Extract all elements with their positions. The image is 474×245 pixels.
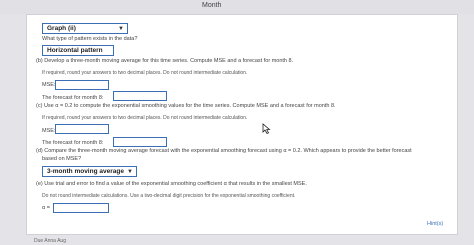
question-panel: Graph (ii) ▼ What type of pattern exists… [26, 14, 458, 235]
graph-select[interactable]: Graph (ii) ▼ [42, 23, 128, 34]
chevron-down-icon: ▼ [127, 169, 133, 175]
chevron-down-icon: ▼ [118, 26, 124, 32]
better-forecast-select[interactable]: 3-month moving average ▼ [42, 166, 137, 177]
part-c-mse-input[interactable] [55, 124, 109, 134]
graph-select-value: Graph (ii) [47, 25, 76, 32]
part-e-alpha-label: α = [42, 205, 50, 211]
part-b-forecast-label: The forecast for month 8: [42, 95, 104, 101]
footer-text: Due Anna Aug [34, 238, 66, 244]
part-e-round-note: Do not round intermediate calculations. … [42, 193, 296, 199]
part-b-round-note: If required, round your answers to two d… [42, 70, 248, 76]
part-b-mse-label: MSE: [42, 82, 56, 88]
chart-axis-label-month: Month [202, 2, 222, 9]
part-c-round-note: If required, round your answers to two d… [42, 115, 248, 121]
better-forecast-select-value: 3-month moving average [47, 168, 124, 175]
part-e-alpha-input[interactable] [53, 203, 109, 213]
pattern-select[interactable]: Horizontal pattern [42, 45, 114, 56]
hint-link[interactable]: Hint(s) [427, 221, 443, 227]
part-d-instruction-line1: (d) Compare the three-month moving avera… [36, 148, 412, 154]
part-e-instruction: (e) Use trial and error to find a value … [36, 181, 307, 187]
pattern-question: What type of pattern exists in the data? [42, 36, 138, 42]
mouse-cursor-icon [262, 123, 271, 134]
part-b-instruction: (b) Develop a three-month moving average… [36, 58, 294, 64]
part-c-mse-label: MSE: [42, 128, 56, 134]
part-c-forecast-label: The forecast for month 8: [42, 140, 104, 146]
part-b-mse-input[interactable] [55, 80, 109, 90]
pattern-select-value: Horizontal pattern [47, 47, 103, 54]
part-b-forecast-input[interactable] [113, 91, 167, 101]
part-d-instruction-line2: based on MSE? [42, 156, 82, 162]
top-strip: Month [0, 0, 474, 14]
part-c-instruction: (c) Use α = 0.2 to compute the exponenti… [36, 103, 336, 109]
part-c-forecast-input[interactable] [113, 137, 167, 147]
